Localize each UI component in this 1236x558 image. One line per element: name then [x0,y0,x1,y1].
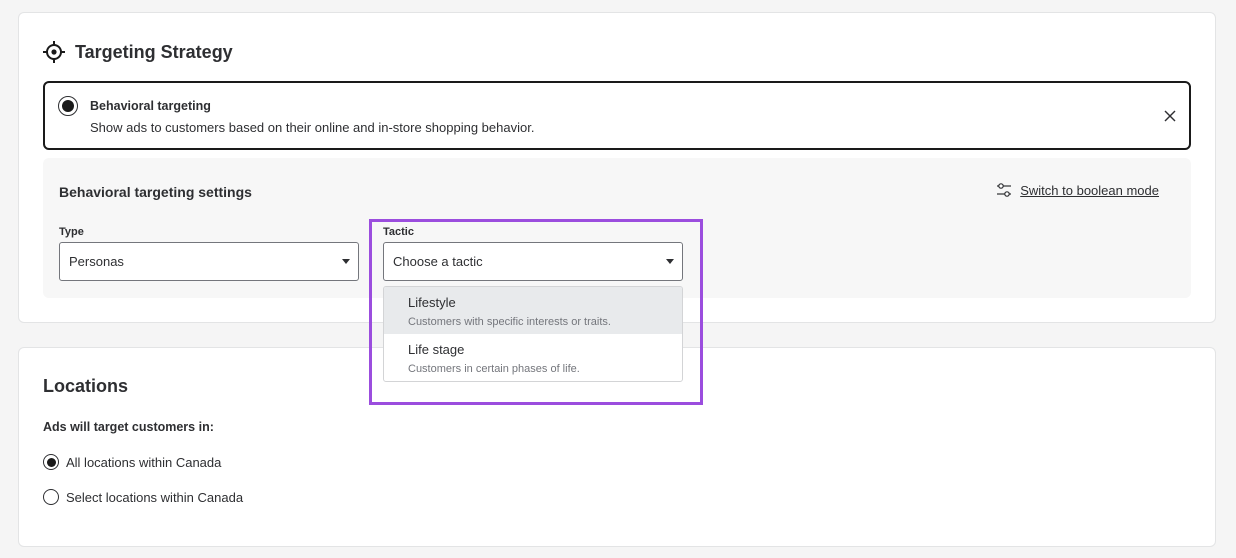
location-select-radio[interactable] [43,489,59,505]
type-select-value: Personas [69,254,124,269]
behavioral-targeting-radio[interactable] [58,96,78,116]
option-title: Life stage [408,342,465,357]
page-title: Targeting Strategy [75,41,233,62]
switch-boolean-mode-text[interactable]: Switch to boolean mode [1020,183,1159,198]
close-icon[interactable] [1163,109,1177,123]
option-description: Show ads to customers based on their onl… [90,120,535,135]
sliders-icon [997,183,1012,197]
tactic-option-life-stage[interactable]: Life stage Customers in certain phases o… [384,334,682,381]
crosshair-icon [43,41,65,63]
location-option-label: All locations within Canada [66,454,222,470]
type-label: Type [59,226,84,238]
option-title: Behavioral targeting [90,99,211,113]
tactic-dropdown-menu: Lifestyle Customers with specific intere… [383,286,683,382]
location-option-select[interactable]: Select locations within Canada [43,489,243,505]
type-select[interactable]: Personas [59,242,359,281]
location-option-all[interactable]: All locations within Canada [43,454,221,470]
location-option-label: Select locations within Canada [66,489,244,505]
switch-boolean-mode-link[interactable]: Switch to boolean mode [996,182,1159,198]
option-description: Customers with specific interests or tra… [408,316,611,328]
settings-title: Behavioral targeting settings [59,184,252,200]
behavioral-settings-panel: Behavioral targeting settings Switch to … [43,158,1191,298]
location-all-radio[interactable] [43,454,59,470]
option-title: Lifestyle [408,295,456,310]
tactic-option-lifestyle[interactable]: Lifestyle Customers with specific intere… [384,287,682,334]
locations-subtitle: Ads will target customers in: [43,420,214,434]
tactic-select-placeholder: Choose a tactic [393,254,483,269]
caret-down-icon [342,259,350,264]
option-description: Customers in certain phases of life. [408,363,580,375]
targeting-strategy-card: Targeting Strategy Behavioral targeting … [18,12,1216,323]
tactic-label: Tactic [383,226,414,238]
targeting-strategy-header: Targeting Strategy [43,41,233,63]
locations-title: Locations [43,376,129,396]
tactic-select[interactable]: Choose a tactic [383,242,683,281]
caret-down-icon [666,259,674,264]
behavioral-targeting-option[interactable]: Behavioral targeting Show ads to custome… [43,81,1191,150]
